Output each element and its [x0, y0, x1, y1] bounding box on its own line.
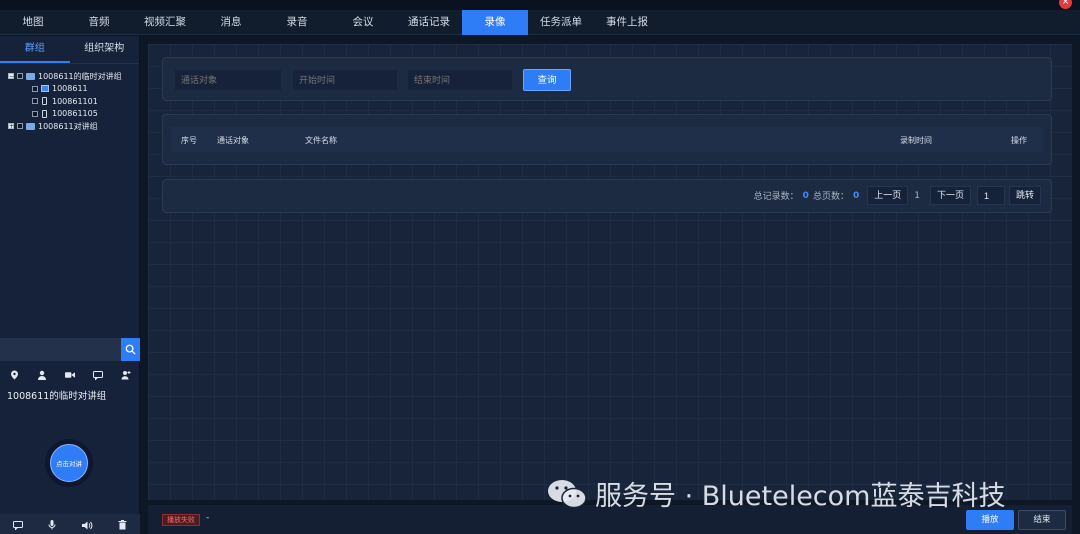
- pagination: 总记录数： 0 总页数： 0 上一页 1 下一页 跳转: [162, 179, 1052, 213]
- message-icon[interactable]: [93, 370, 103, 380]
- total-records-label: 总记录数：: [753, 192, 799, 202]
- speaker-icon[interactable]: [81, 515, 93, 534]
- tab-recordings-audio[interactable]: 录音: [264, 10, 330, 35]
- mic-icon[interactable]: [48, 515, 56, 534]
- jump-button[interactable]: 跳转: [1008, 186, 1041, 205]
- tree-item-label: 100861105: [52, 109, 98, 119]
- total-records-count: 0: [802, 190, 809, 201]
- wechat-icon: [548, 479, 587, 508]
- sidebar-tabs: 群组 组织架构: [0, 36, 139, 64]
- ptt-ring: 点击对讲: [45, 439, 93, 487]
- tree-checkbox[interactable]: [17, 73, 23, 80]
- end-button[interactable]: 结束: [1018, 510, 1066, 530]
- tree-item-temp-group[interactable]: − 1008611的临时对讲组: [8, 70, 139, 83]
- group-actions: [0, 366, 140, 384]
- phone-icon: [42, 97, 47, 106]
- search-button[interactable]: [121, 338, 140, 361]
- computer-icon: [41, 85, 49, 93]
- column-action: 操作: [1011, 136, 1027, 145]
- tree-item-label: 100861101: [52, 96, 98, 106]
- pagination-controls: 总记录数： 0 总页数： 0 上一页 1 下一页 跳转: [754, 186, 1041, 205]
- group-tree: − 1008611的临时对讲组 1008611 100861101 100861…: [0, 64, 139, 133]
- query-button[interactable]: 查询: [523, 69, 571, 91]
- next-page-button[interactable]: 下一页: [929, 186, 971, 205]
- tab-video-aggregation[interactable]: 视频汇聚: [132, 10, 198, 35]
- push-to-talk-button[interactable]: 点击对讲: [50, 444, 88, 482]
- user-add-icon[interactable]: [121, 370, 131, 380]
- video-icon[interactable]: [65, 370, 75, 380]
- current-page: 1: [914, 190, 920, 201]
- bottom-controls: [0, 514, 140, 534]
- records-table: 序号 通话对象 文件名称 录制时间 操作: [162, 114, 1052, 165]
- person-icon[interactable]: [37, 370, 47, 380]
- tab-task-dispatch[interactable]: 任务派单: [528, 10, 594, 35]
- column-index: 序号: [181, 136, 197, 145]
- collapse-icon[interactable]: −: [8, 73, 14, 80]
- column-target: 通话对象: [217, 136, 249, 145]
- tab-messages[interactable]: 消息: [198, 10, 264, 35]
- play-button[interactable]: 播放: [966, 510, 1014, 530]
- end-time-input[interactable]: [408, 70, 512, 90]
- phone-icon: [42, 109, 47, 118]
- tree-item-pc[interactable]: 1008611: [8, 83, 139, 96]
- sidebar-tab-org[interactable]: 组织架构: [70, 36, 140, 63]
- trash-icon[interactable]: [118, 515, 127, 534]
- tab-audio[interactable]: 音频: [66, 10, 132, 35]
- tree-item-label: 1008611的临时对讲组: [38, 71, 122, 81]
- tab-call-log[interactable]: 通话记录: [396, 10, 462, 35]
- tab-map[interactable]: 地图: [0, 10, 66, 35]
- tree-item-ptt-group[interactable]: + 1008611对讲组: [8, 120, 139, 133]
- tree-item-label: 1008611: [52, 84, 88, 94]
- recording-panel: 查询 序号 通话对象 文件名称 录制时间 操作 总记录数： 0 总页数： 0 上…: [148, 44, 1072, 500]
- start-time-input[interactable]: [293, 70, 397, 90]
- tree-checkbox[interactable]: [32, 110, 38, 117]
- sidebar-search: [0, 338, 140, 361]
- watermark-text: 服务号 · Bluetelecom蓝泰吉科技: [595, 481, 1006, 512]
- current-group-name: 1008611的临时对讲组: [7, 391, 107, 402]
- column-record-time: 录制时间: [900, 136, 932, 145]
- window-top-strip: [0, 0, 1080, 10]
- location-icon[interactable]: [9, 370, 19, 380]
- table-header: 序号 通话对象 文件名称 录制时间 操作: [171, 127, 1043, 152]
- tab-event-report[interactable]: 事件上报: [594, 10, 660, 35]
- tab-video-recording[interactable]: 录像: [462, 10, 528, 35]
- chat-icon[interactable]: [12, 515, 23, 534]
- tree-item-phone[interactable]: 100861101: [8, 95, 139, 108]
- expand-icon[interactable]: +: [8, 123, 14, 130]
- tree-item-label: 1008611对讲组: [38, 121, 98, 131]
- jump-page-input[interactable]: [976, 186, 1005, 205]
- status-detail: -: [206, 513, 210, 523]
- folder-icon: [26, 72, 35, 80]
- search-input[interactable]: [0, 338, 121, 361]
- tree-checkbox[interactable]: [32, 85, 38, 92]
- watermark: 服务号 · Bluetelecom蓝泰吉科技: [545, 474, 1005, 513]
- tab-meeting[interactable]: 会议: [330, 10, 396, 35]
- total-pages-label: 总页数：: [812, 192, 849, 202]
- tree-item-phone[interactable]: 100861105: [8, 108, 139, 121]
- call-target-input[interactable]: [175, 70, 281, 90]
- total-pages-count: 0: [852, 190, 860, 201]
- sidebar: 群组 组织架构 − 1008611的临时对讲组 1008611 10086110…: [0, 36, 140, 534]
- search-icon: [125, 344, 136, 355]
- filter-bar: 查询: [162, 57, 1052, 101]
- tree-checkbox[interactable]: [17, 123, 23, 130]
- sidebar-tab-groups[interactable]: 群组: [0, 36, 70, 63]
- status-badge: 播放失败: [162, 514, 200, 526]
- prev-page-button[interactable]: 上一页: [867, 186, 909, 205]
- top-nav: 地图 音频 视频汇聚 消息 录音 会议 通话记录 录像 任务派单 事件上报: [0, 10, 1080, 35]
- folder-icon: [26, 122, 35, 130]
- tree-checkbox[interactable]: [32, 98, 38, 105]
- column-filename: 文件名称: [305, 136, 337, 145]
